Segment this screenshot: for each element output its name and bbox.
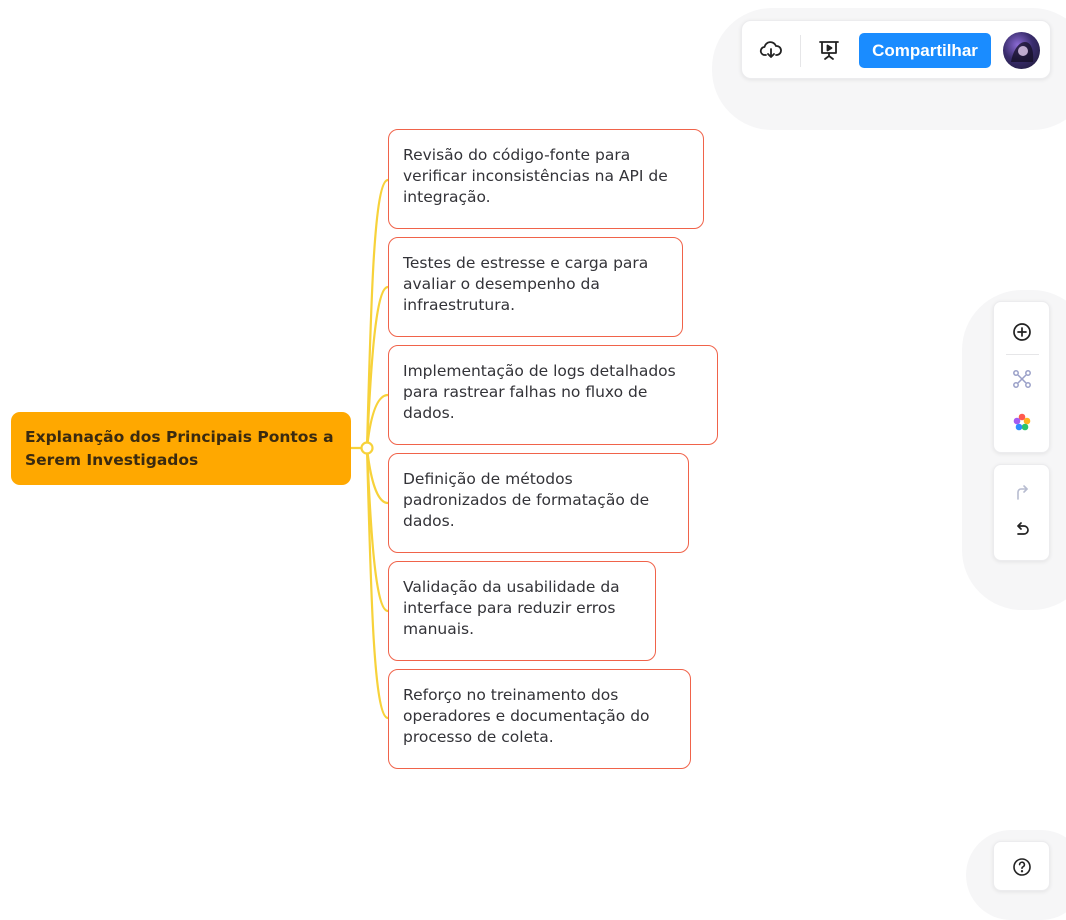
- add-node-icon[interactable]: [994, 316, 1050, 348]
- mindmap-child-node[interactable]: Revisão do código-fonte para verificar i…: [388, 129, 704, 229]
- presentation-play-icon[interactable]: [816, 37, 842, 63]
- top-toolbar: Compartilhar: [741, 20, 1051, 79]
- theme-palette-icon[interactable]: [994, 406, 1050, 438]
- share-button[interactable]: Compartilhar: [859, 33, 991, 68]
- history-panel: [993, 464, 1050, 561]
- mindmap-child-node[interactable]: Definição de métodos padronizados de for…: [388, 453, 689, 553]
- user-avatar[interactable]: [1003, 32, 1040, 69]
- undo-icon[interactable]: [994, 515, 1050, 547]
- canvas-tools-panel: [993, 301, 1050, 453]
- mindmap-root-node[interactable]: Explanação dos Principais Pontos a Serem…: [11, 412, 351, 485]
- mindmap-child-node[interactable]: Testes de estresse e carga para avaliar …: [388, 237, 683, 337]
- mindmap-child-node[interactable]: Validação da usabilidade da interface pa…: [388, 561, 656, 661]
- root-connector-handle: [360, 441, 374, 455]
- cloud-download-icon[interactable]: [758, 37, 784, 63]
- help-icon[interactable]: [994, 851, 1050, 883]
- mindmap-child-node[interactable]: Reforço no treinamento dos operadores e …: [388, 669, 691, 769]
- mindmap-child-node[interactable]: Implementação de logs detalhados para ra…: [388, 345, 718, 445]
- help-button[interactable]: [993, 841, 1050, 891]
- panel-divider: [1006, 354, 1039, 355]
- structure-icon[interactable]: [994, 363, 1050, 395]
- redo-icon[interactable]: [994, 477, 1050, 509]
- toolbar-divider: [800, 35, 801, 67]
